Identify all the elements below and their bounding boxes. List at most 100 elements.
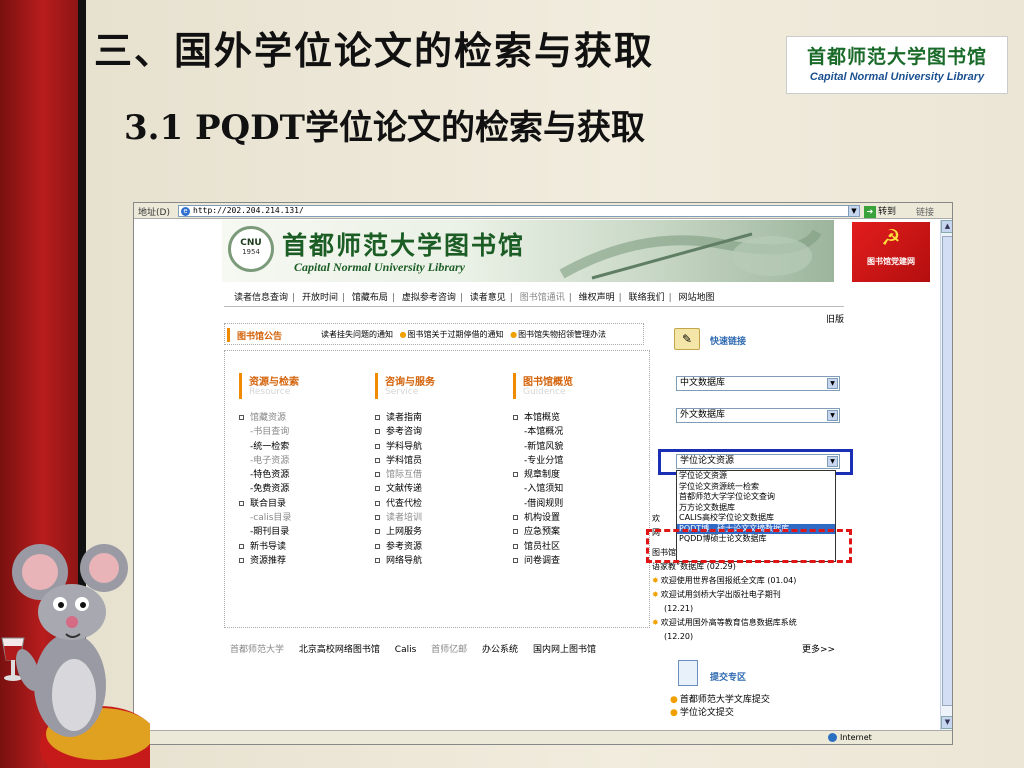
menu-link[interactable]: -统一检索 [239,440,369,454]
select-value: 学位论文资源 [680,456,735,466]
nav-rights-statement[interactable]: 维权声明 [575,290,619,303]
nav-reader-info[interactable]: 读者信息查询 [230,290,292,303]
menu-link-label: 馆员社区 [524,541,561,552]
scroll-down-icon[interactable]: ▼ [941,716,952,729]
news-item[interactable]: ✸ 欢迎试用剑桥大学出版社电子期刊 (12.21) [652,588,852,616]
menu-link[interactable]: 学科馆员 [375,454,505,468]
foreign-database-select[interactable]: 外文数据库 ▼ [676,408,840,423]
notice-item[interactable]: 读者挂失问题的通知 [321,330,393,339]
menu-link[interactable]: 问卷调查 [513,554,643,568]
nav-opening-hours[interactable]: 开放时间 [298,290,342,303]
menu-link-label: 机构设置 [524,513,561,524]
old-version-link[interactable]: 旧版 [826,312,844,325]
thesis-resource-select[interactable]: 学位论文资源 ▼ [676,454,840,469]
menu-link[interactable]: -电子资源 [239,454,369,468]
menu-link-label: 应急预案 [524,527,561,538]
url-input[interactable]: e http://202.204.214.131/ [178,205,858,217]
dropdown-option[interactable]: CALIS高校学位论文数据库 [677,513,835,524]
menu-link[interactable]: 代查代检 [375,497,505,511]
bullet-icon [375,472,380,478]
menu-link[interactable]: -本馆概况 [513,425,643,439]
menu-link[interactable]: -新馆风貌 [513,440,643,454]
nav-site-map[interactable]: 网站地图 [675,290,719,303]
chevron-down-icon[interactable]: ▼ [848,205,860,217]
menu-link-label: -新馆风貌 [524,441,564,452]
web-page: CNU 1954 首都师范大学图书馆 Capital Normal Univer… [134,220,939,730]
menu-link[interactable]: 本馆概览 [513,411,643,425]
menu-link[interactable]: -免费资源 [239,482,369,496]
chinese-database-select[interactable]: 中文数据库 ▼ [676,376,840,391]
menu-link-label: 学科馆员 [386,455,423,466]
menu-link[interactable]: -特色资源 [239,468,369,482]
menu-link[interactable]: 馆藏资源 [239,411,369,425]
dropdown-option[interactable]: 学位论文资源 [677,471,835,482]
news-item[interactable]: ✸ 欢迎使用世界各国报纸全文库 (01.04) [652,574,852,588]
bullet-icon [375,557,380,563]
column-marker [513,373,516,399]
cartoon-mouse-image [1,544,150,768]
menu-link[interactable]: 规章制度 [513,468,643,482]
notice-item[interactable]: ●图书馆失物招领管理办法 [510,330,606,339]
nav-virtual-reference[interactable]: 虚拟参考咨询 [398,290,460,303]
site-banner: CNU 1954 首都师范大学图书馆 Capital Normal Univer… [222,220,834,282]
news-item[interactable]: ✸ 欢迎试用国外高等教育信息数据库系统 (12.20) [652,616,852,644]
menu-link[interactable]: 读者培训 [375,511,505,525]
security-zone: Internet [828,733,872,742]
menu-link[interactable]: 上网服务 [375,525,505,539]
vertical-scrollbar[interactable]: ▲ ▼ [940,220,952,730]
nav-library-newsletter[interactable]: 图书馆通讯 [516,290,569,303]
menu-link[interactable]: 馆际互借 [375,468,505,482]
links-toolbar-label[interactable]: 链接 [916,205,934,218]
menu-link[interactable]: -专业分馆 [513,454,643,468]
menu-link[interactable]: -入馆须知 [513,482,643,496]
menu-link[interactable]: 读者指南 [375,411,505,425]
bullet-icon [375,500,380,506]
menu-link-label: -电子资源 [250,455,290,466]
dropdown-option[interactable]: 万方论文数据库 [677,503,835,514]
go-button[interactable]: ➜ 转到 [864,204,896,218]
menu-link[interactable]: -期刊目录 [239,525,369,539]
scroll-up-icon[interactable]: ▲ [941,220,952,233]
menu-link[interactable]: -借阅规则 [513,497,643,511]
footer-links: 首都师范大学 北京高校网络图书馆 Calis 首师亿邮 办公系统 国内网上图书馆 [230,642,750,655]
nav-reader-feedback[interactable]: 读者意见 [466,290,510,303]
menu-link[interactable]: 馆员社区 [513,540,643,554]
column-overview: 图书馆概览 Guidence 本馆概览 -本馆概况 -新馆风貌 -专业分馆 规章制度 -入馆… [513,371,643,568]
party-building-link[interactable]: ☭ 图书馆党建网 [852,222,930,282]
menu-link[interactable]: 应急预案 [513,525,643,539]
menu-link[interactable]: 参考资源 [375,540,505,554]
notice-ticker: 读者挂失问题的通知 ●图书馆关于过期停借的通知 ●图书馆失物招领管理办法 [321,329,641,340]
footer-link[interactable]: 首师亿邮 [431,642,467,655]
menu-link[interactable]: -calis目录 [239,511,369,525]
footer-link[interactable]: 国内网上图书馆 [533,642,596,655]
menu-link[interactable]: 资源推荐 [239,554,369,568]
menu-link-label: 上网服务 [386,527,423,538]
footer-link[interactable]: Calis [395,645,417,655]
notice-item[interactable]: ●图书馆关于过期停借的通知 [400,330,504,339]
submit-link[interactable]: ● 学位论文提交 [670,707,770,720]
submit-link[interactable]: ● 首都师范大学文库提交 [670,694,770,707]
menu-link[interactable]: 机构设置 [513,511,643,525]
menu-link[interactable]: 联合目录 [239,497,369,511]
nav-contact-us[interactable]: 联络我们 [625,290,669,303]
menu-link[interactable]: 网络导航 [375,554,505,568]
chevron-down-icon: ▼ [827,378,838,389]
menu-link[interactable]: -书目查询 [239,425,369,439]
footer-link[interactable]: 首都师范大学 [230,642,284,655]
dropdown-option[interactable]: 学位论文资源统一检索 [677,482,835,493]
main-category-panel: 资源与检索 Resource 馆藏资源 -书目查询 -统一检索 -电子资源 -特色资源 -免… [224,350,650,628]
menu-link[interactable]: 参考咨询 [375,425,505,439]
scroll-thumb[interactable] [942,236,952,706]
menu-link[interactable]: 新书导读 [239,540,369,554]
menu-link-label: -书目查询 [250,427,290,438]
more-link[interactable]: 更多>> [802,642,835,655]
menu-link-label: -统一检索 [250,441,290,452]
bullet-icon [375,486,380,492]
footer-link[interactable]: 办公系统 [482,642,518,655]
select-value: 外文数据库 [680,410,726,420]
menu-link[interactable]: 文献传递 [375,482,505,496]
footer-link[interactable]: 北京高校网络图书馆 [299,642,380,655]
nav-collection-layout[interactable]: 馆藏布局 [348,290,392,303]
menu-link[interactable]: 学科导航 [375,440,505,454]
dropdown-option[interactable]: 首都师范大学学位论文查询 [677,492,835,503]
